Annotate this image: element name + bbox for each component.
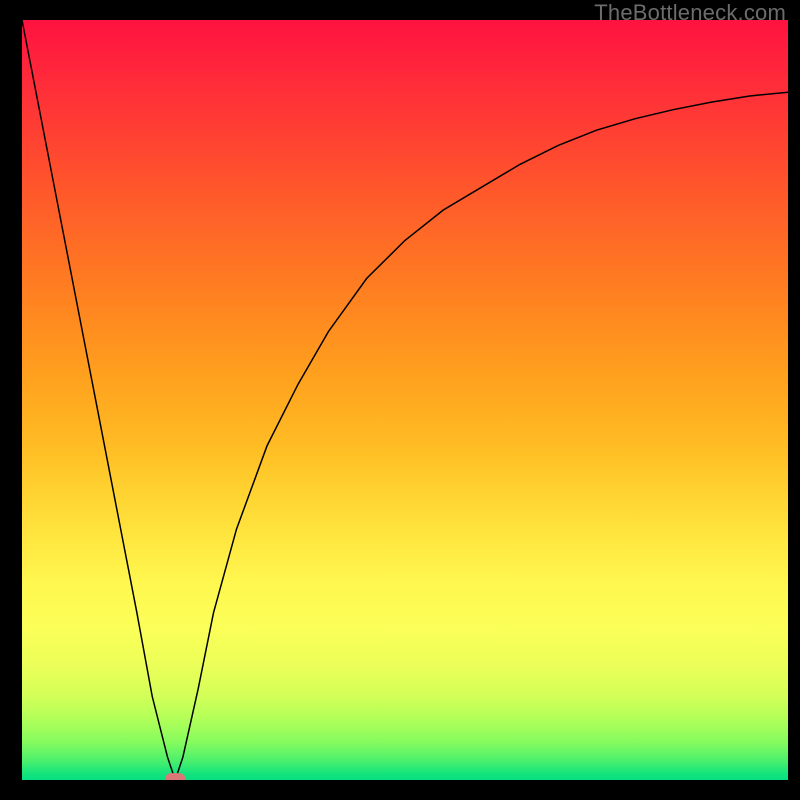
chart-frame: TheBottleneck.com [0,0,800,800]
watermark-text: TheBottleneck.com [594,0,786,26]
chart-svg [22,20,788,780]
series-bottleneck-curve [22,20,788,780]
plot-area [22,20,788,780]
optimum-marker [165,773,185,780]
